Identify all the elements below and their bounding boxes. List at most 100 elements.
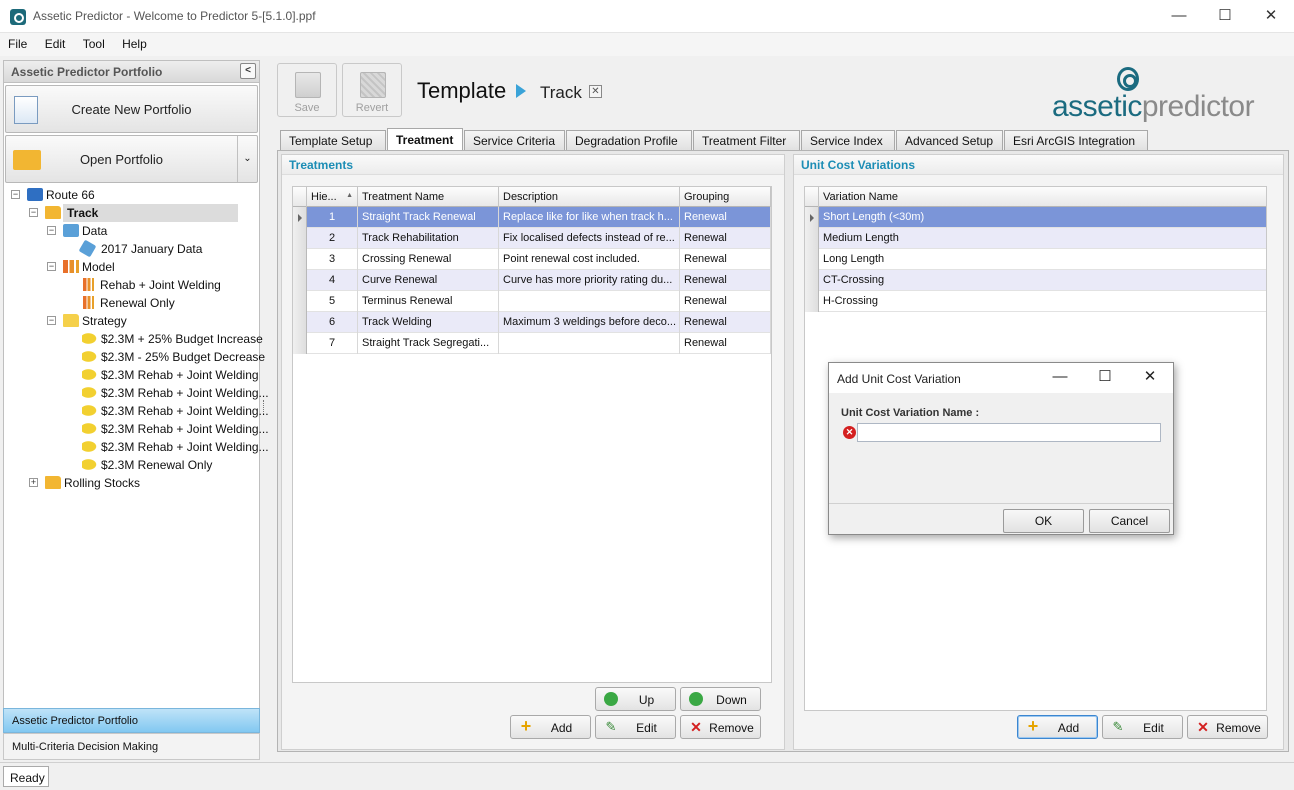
brand-logo: asseticpredictor xyxy=(1052,90,1255,124)
row-header xyxy=(293,312,307,333)
error-icon: ✕ xyxy=(843,426,856,439)
column-grouping[interactable]: Grouping xyxy=(680,187,771,207)
tab-degradation-profile[interactable]: Degradation Profile xyxy=(566,130,692,150)
tree-item-strategy-entry[interactable]: $2.3M Rehab + Joint Welding... xyxy=(9,420,269,438)
menu-edit[interactable]: Edit xyxy=(39,33,72,51)
expand-toggle-icon[interactable]: + xyxy=(29,478,38,487)
column-treatment-name[interactable]: Treatment Name xyxy=(358,187,499,207)
down-button[interactable]: Down xyxy=(680,687,761,711)
collapse-toggle-icon[interactable]: − xyxy=(47,226,56,235)
tree-item-track[interactable]: − Track xyxy=(9,204,259,222)
minimize-button[interactable]: — xyxy=(1156,0,1202,33)
tab-esri-arcgis-integration[interactable]: Esri ArcGIS Integration xyxy=(1004,130,1148,150)
maximize-button[interactable]: ☐ xyxy=(1202,0,1248,33)
tree-item-strategy-entry[interactable]: $2.3M Rehab + Joint Welding xyxy=(9,366,259,384)
breadcrumb-template[interactable]: Template xyxy=(417,78,506,104)
table-row[interactable]: Medium Length xyxy=(805,228,1266,249)
tab-treatment[interactable]: Treatment xyxy=(387,128,463,150)
tree-item-strategy[interactable]: − Strategy xyxy=(9,312,259,330)
table-row[interactable]: Short Length (<30m) xyxy=(805,207,1266,228)
cell-hierarchy: 2 xyxy=(307,228,358,249)
collapse-toggle-icon[interactable]: − xyxy=(11,190,20,199)
pane-splitter[interactable] xyxy=(263,400,266,414)
menu-help[interactable]: Help xyxy=(116,33,153,51)
create-new-portfolio-button[interactable]: Create New Portfolio xyxy=(5,85,258,133)
treatments-grid[interactable]: Hie... ▲ Treatment Name Description Group… xyxy=(292,186,772,683)
arrow-down-icon xyxy=(689,692,703,706)
collapse-pane-button[interactable]: < xyxy=(240,63,256,79)
cell-description: Fix localised defects instead of re... xyxy=(499,228,680,249)
table-row[interactable]: CT-Crossing xyxy=(805,270,1266,291)
nav-assetic-predictor-portfolio[interactable]: Assetic Predictor Portfolio xyxy=(3,708,260,733)
collapse-toggle-icon[interactable]: − xyxy=(47,262,56,271)
table-row[interactable]: 5 Terminus Renewal Renewal xyxy=(293,291,771,312)
dialog-close-button[interactable]: ✕ xyxy=(1139,367,1161,389)
save-button[interactable]: Save xyxy=(277,63,337,117)
tree-item-route-66[interactable]: − Route 66 xyxy=(9,186,259,204)
cell-grouping: Renewal xyxy=(680,291,771,312)
menu-bar: File Edit Tool Help xyxy=(0,33,1294,56)
tree-item-data-set[interactable]: 2017 January Data xyxy=(9,239,259,258)
cell-variation-name: Long Length xyxy=(823,253,885,265)
tab-treatment-filter[interactable]: Treatment Filter xyxy=(693,130,800,150)
tree-item-model-entry[interactable]: Rehab + Joint Welding xyxy=(9,276,259,294)
tree-item-strategy-entry[interactable]: $2.3M Renewal Only xyxy=(9,456,259,474)
coins-icon xyxy=(82,404,98,417)
tree-item-strategy-entry[interactable]: $2.3M + 25% Budget Increase xyxy=(9,330,263,348)
edit-variation-button[interactable]: ✎ Edit xyxy=(1102,715,1183,739)
add-unit-cost-variation-dialog: Add Unit Cost Variation — ☐ ✕ Unit Cost … xyxy=(828,362,1174,535)
table-row[interactable]: Long Length xyxy=(805,249,1266,270)
app-icon xyxy=(10,9,26,25)
unit-cost-variation-name-input[interactable] xyxy=(857,423,1161,442)
remove-variation-button[interactable]: ✕ Remove xyxy=(1187,715,1268,739)
tree-item-data[interactable]: − Data xyxy=(9,222,259,240)
current-row-indicator-icon xyxy=(805,207,819,228)
ok-button[interactable]: OK xyxy=(1003,509,1084,533)
collapse-toggle-icon[interactable]: − xyxy=(29,208,38,217)
table-row[interactable]: 3 Crossing Renewal Point renewal cost in… xyxy=(293,249,771,270)
menu-file[interactable]: File xyxy=(2,33,33,51)
add-treatment-button[interactable]: + Add xyxy=(510,715,591,739)
chevron-down-icon[interactable]: ⌄ xyxy=(237,136,257,182)
table-row[interactable]: 6 Track Welding Maximum 3 weldings befor… xyxy=(293,312,771,333)
tab-advanced-setup[interactable]: Advanced Setup xyxy=(896,130,1003,150)
cancel-button[interactable]: Cancel xyxy=(1089,509,1170,533)
table-row[interactable]: 1 Straight Track Renewal Replace like fo… xyxy=(293,207,771,228)
add-variation-button[interactable]: + Add xyxy=(1017,715,1098,739)
menu-tool[interactable]: Tool xyxy=(77,33,111,51)
plus-icon: + xyxy=(520,716,532,736)
tree-item-model-entry[interactable]: Renewal Only xyxy=(9,294,259,312)
tab-service-criteria[interactable]: Service Criteria xyxy=(464,130,565,150)
status-bar: Ready xyxy=(0,762,1294,790)
table-row[interactable]: 4 Curve Renewal Curve has more priority … xyxy=(293,270,771,291)
tree-item-strategy-entry[interactable]: $2.3M Rehab + Joint Welding... xyxy=(9,402,269,420)
column-hierarchy[interactable]: Hie... ▲ xyxy=(307,187,358,207)
table-row[interactable]: 2 Track Rehabilitation Fix localised def… xyxy=(293,228,771,249)
up-button[interactable]: Up xyxy=(595,687,676,711)
up-label: Up xyxy=(638,693,655,707)
table-row[interactable]: H-Crossing xyxy=(805,291,1266,312)
tree-item-rolling-stocks[interactable]: + Rolling Stocks xyxy=(9,474,259,492)
open-portfolio-button[interactable]: Open Portfolio ⌄ xyxy=(5,135,258,183)
row-header-corner xyxy=(805,187,819,207)
close-template-icon[interactable]: ✕ xyxy=(589,85,602,98)
breadcrumb-track: Track xyxy=(540,83,582,102)
edit-treatment-button[interactable]: ✎ Edit xyxy=(595,715,676,739)
remove-treatment-button[interactable]: ✕ Remove xyxy=(680,715,761,739)
tree-item-strategy-entry[interactable]: $2.3M Rehab + Joint Welding... xyxy=(9,384,269,402)
tree-item-model[interactable]: − Model xyxy=(9,258,259,276)
tab-template-setup[interactable]: Template Setup xyxy=(280,130,386,150)
table-row[interactable]: 7 Straight Track Segregati... Renewal xyxy=(293,333,771,354)
tree-item-strategy-entry[interactable]: $2.3M - 25% Budget Decrease xyxy=(9,348,265,366)
tab-service-index[interactable]: Service Index xyxy=(801,130,895,150)
revert-button[interactable]: Revert xyxy=(342,63,402,117)
column-description[interactable]: Description xyxy=(499,187,680,207)
nav-multi-criteria-decision-making[interactable]: Multi-Criteria Decision Making xyxy=(3,733,260,760)
tree-item-strategy-entry[interactable]: $2.3M Rehab + Joint Welding... xyxy=(9,438,269,456)
cell-treatment-name: Straight Track Renewal xyxy=(358,207,499,228)
close-button[interactable]: ✕ xyxy=(1248,0,1294,33)
dialog-maximize-button[interactable]: ☐ xyxy=(1094,367,1116,389)
dialog-minimize-button[interactable]: — xyxy=(1049,367,1071,389)
column-variation-name[interactable]: Variation Name xyxy=(819,187,1266,207)
collapse-toggle-icon[interactable]: − xyxy=(47,316,56,325)
